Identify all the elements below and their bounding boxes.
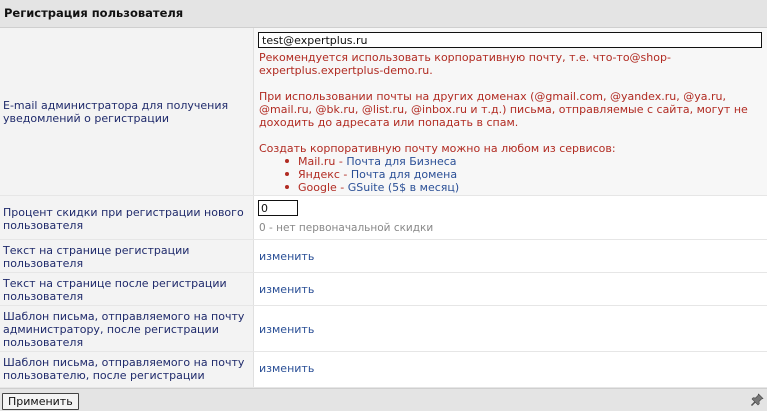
- label-line: Текст на странице регистрации: [3, 244, 190, 257]
- label-line: Шаблон письма, отправляемого на почту: [3, 356, 245, 369]
- service-sep: -: [336, 181, 348, 194]
- note-line: expertplus.expertplus-demo.ru.: [259, 64, 433, 77]
- label-line: Шаблон письма, отправляемого на почту: [3, 310, 245, 323]
- after-registration-text-row: Текст на странице после регистрации поль…: [0, 273, 767, 306]
- discount-label-line: пользователя: [3, 219, 84, 232]
- email-row: E-mail администратора для получения увед…: [0, 28, 767, 196]
- user-mail-value-cell: изменить: [254, 352, 767, 387]
- footer-bar: Применить: [0, 388, 767, 411]
- edit-admin-mail-template-link[interactable]: изменить: [259, 323, 314, 336]
- note-line: Рекомендуется использовать корпоративную…: [259, 51, 671, 64]
- admin-email-input[interactable]: [258, 32, 762, 48]
- after-registration-value-cell: изменить: [254, 273, 767, 305]
- apply-button[interactable]: Применить: [2, 393, 79, 410]
- email-label-line: уведомлений о регистрации: [3, 112, 170, 125]
- services-list: Mail.ru - Почта для Бизнеса Яндекс - Поч…: [284, 155, 459, 194]
- discount-percent-input[interactable]: [258, 200, 298, 216]
- registration-text-value-cell: изменить: [254, 240, 767, 272]
- label-line: пользователя: [3, 336, 84, 349]
- service-sep: -: [335, 155, 347, 168]
- label-line: администратору, после регистрации: [3, 323, 219, 336]
- note-line: При использовании почты на других домена…: [259, 90, 726, 103]
- pin-icon[interactable]: [750, 393, 764, 407]
- after-registration-label: Текст на странице после регистрации поль…: [3, 277, 248, 303]
- label-line: Текст на странице после регистрации: [3, 277, 227, 290]
- registration-text-label-cell: Текст на странице регистрации пользовате…: [0, 240, 254, 272]
- service-sep: -: [339, 168, 351, 181]
- user-mail-label-cell: Шаблон письма, отправляемого на почту по…: [0, 352, 254, 387]
- service-link-yandex[interactable]: Почта для домена: [351, 168, 457, 181]
- section-header: Регистрация пользователя: [0, 0, 767, 28]
- discount-label-cell: Процент скидки при регистрации нового по…: [0, 196, 254, 239]
- service-item-google: Google - GSuite (5$ в месяц): [284, 181, 459, 194]
- discount-hint: 0 - нет первоначальной скидки: [259, 222, 434, 234]
- email-spam-warning: При использовании почты на других домена…: [259, 90, 748, 129]
- note-line: доходить до адресата или попадать в спам…: [259, 116, 519, 129]
- admin-mail-value-cell: изменить: [254, 306, 767, 351]
- user-mail-template-row: Шаблон письма, отправляемого на почту по…: [0, 352, 767, 388]
- label-line: пользователя: [3, 257, 84, 270]
- email-recommendation-note: Рекомендуется использовать корпоративную…: [259, 51, 671, 77]
- service-name: Mail.ru: [298, 155, 336, 168]
- service-item-yandex: Яндекс - Почта для домена: [284, 168, 459, 181]
- email-label-line: E-mail администратора для получения: [3, 99, 229, 112]
- admin-mail-label-cell: Шаблон письма, отправляемого на почту ад…: [0, 306, 254, 351]
- discount-row: Процент скидки при регистрации нового по…: [0, 196, 767, 240]
- edit-registration-text-link[interactable]: изменить: [259, 250, 314, 263]
- registration-text-label: Текст на странице регистрации пользовате…: [3, 244, 248, 270]
- admin-mail-template-row: Шаблон письма, отправляемого на почту ад…: [0, 306, 767, 352]
- services-intro: Создать корпоративную почту можно на люб…: [259, 142, 616, 155]
- after-registration-label-cell: Текст на странице после регистрации поль…: [0, 273, 254, 305]
- user-mail-label: Шаблон письма, отправляемого на почту по…: [3, 356, 248, 382]
- discount-label-line: Процент скидки при регистрации нового: [3, 206, 244, 219]
- discount-label: Процент скидки при регистрации нового по…: [3, 206, 248, 232]
- email-value-cell: Рекомендуется использовать корпоративную…: [254, 28, 767, 195]
- section-title: Регистрация пользователя: [4, 6, 184, 20]
- edit-after-registration-text-link[interactable]: изменить: [259, 283, 314, 296]
- service-name: Google: [298, 181, 337, 194]
- service-link-mailru[interactable]: Почта для Бизнеса: [346, 155, 456, 168]
- note-line: @mail.ru, @bk.ru, @list.ru, @inbox.ru и …: [259, 103, 748, 116]
- registration-text-row: Текст на странице регистрации пользовате…: [0, 240, 767, 273]
- service-link-google[interactable]: GSuite (5$ в месяц): [348, 181, 459, 194]
- service-name: Яндекс: [298, 168, 340, 181]
- edit-user-mail-template-link[interactable]: изменить: [259, 362, 314, 375]
- service-item-mailru: Mail.ru - Почта для Бизнеса: [284, 155, 459, 168]
- label-line: пользователю, после регистрации: [3, 369, 205, 382]
- admin-mail-label: Шаблон письма, отправляемого на почту ад…: [3, 310, 248, 349]
- discount-value-cell: 0 - нет первоначальной скидки: [254, 196, 767, 239]
- label-line: пользователя: [3, 290, 84, 303]
- email-label: E-mail администратора для получения увед…: [3, 99, 248, 125]
- email-label-cell: E-mail администратора для получения увед…: [0, 28, 254, 195]
